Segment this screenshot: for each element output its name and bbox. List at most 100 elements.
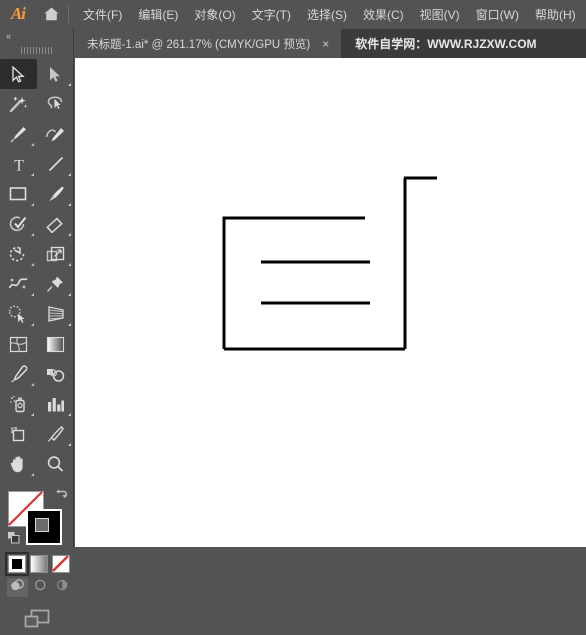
lasso-icon [46,95,66,113]
home-icon[interactable] [36,0,66,28]
fill-type-row [0,549,73,576]
toolbar-drag-handle[interactable] [0,44,73,56]
eraser-tool[interactable] [37,209,74,239]
flyout-indicator-icon [31,413,34,416]
menu-object[interactable]: 对象(O) [186,2,243,27]
paintbrush-tool[interactable] [37,179,74,209]
flyout-indicator-icon [31,473,34,476]
tools-panel: « T [0,28,74,627]
menu-item-list: 文件(F) 编辑(E) 对象(O) 文字(T) 选择(S) 效果(C) 视图(V… [75,2,584,27]
gradient-fill-button[interactable] [30,555,48,573]
toolbar-collapse-button[interactable]: « [0,28,73,44]
chevron-double-left-icon: « [6,31,11,41]
rectangle-tool[interactable] [0,179,37,209]
watermark-label: 软件自学网：WWW.RJZXW.COM [355,37,537,51]
draw-normal-icon [10,578,25,597]
pen-tool[interactable] [0,119,37,149]
menu-help[interactable]: 帮助(H) [527,2,584,27]
paintbrush-icon [46,185,65,203]
flyout-indicator-icon [31,233,34,236]
default-fill-stroke-icon[interactable] [7,531,20,549]
none-swatch-icon [53,556,69,572]
close-icon[interactable]: × [322,38,329,50]
scale-tool[interactable] [37,239,74,269]
selection-tool[interactable] [0,59,37,89]
free-transform-tool[interactable] [37,269,74,299]
flyout-indicator-icon [31,263,34,266]
draw-behind-icon [33,578,48,597]
fill-stroke-controls [0,487,74,549]
eyedropper-tool[interactable] [0,359,37,389]
illustrator-window: Ai 文件(F) 编辑(E) 对象(O) 文字(T) 选择(S) 效果(C) 视… [0,0,586,627]
blend-icon [45,366,66,383]
hand-icon [9,455,28,473]
artboard-tool[interactable] [0,419,37,449]
eraser-icon [46,215,65,233]
document-tab-label: 未标题-1.ai* @ 261.17% (CMYK/GPU 预览) [87,38,311,51]
width-warp-icon [8,275,29,293]
draw-normal-button[interactable] [7,578,28,597]
menu-file[interactable]: 文件(F) [75,2,130,27]
menu-type[interactable]: 文字(T) [244,2,299,27]
color-fill-button[interactable] [5,552,29,576]
magic-wand-tool[interactable] [0,89,37,119]
menu-bar: Ai 文件(F) 编辑(E) 对象(O) 文字(T) 选择(S) 效果(C) 视… [0,0,586,28]
blend-tool[interactable] [37,359,74,389]
lasso-tool[interactable] [37,89,74,119]
pen-icon [9,125,28,143]
rectangle-icon [9,186,28,202]
mesh-icon [9,336,28,353]
direct-selection-tool[interactable] [37,59,74,89]
stroke-swatch[interactable] [26,509,62,545]
menu-view[interactable]: 视图(V) [412,2,468,27]
menu-select[interactable]: 选择(S) [299,2,355,27]
magnifier-icon [46,455,65,473]
outer-box-left-top-path [222,216,365,349]
draw-inside-button[interactable] [52,578,73,597]
flyout-indicator-icon [31,173,34,176]
flyout-indicator-icon [68,173,71,176]
change-screen-mode-button[interactable] [0,607,73,635]
perspective-grid-tool[interactable] [37,299,74,329]
swap-fill-stroke-icon[interactable] [54,489,68,507]
curvature-tool[interactable] [37,119,74,149]
flyout-indicator-icon [31,293,34,296]
rotate-tool[interactable] [0,239,37,269]
menu-separator [68,5,69,23]
stroke-swatch-inner [35,518,49,532]
shape-builder-tool[interactable] [0,299,37,329]
hand-tool[interactable] [0,449,37,479]
gradient-tool[interactable] [37,329,74,359]
slice-knife-icon [46,425,65,443]
draw-mode-row [0,573,73,597]
pushpin-icon [46,275,65,293]
canvas-area[interactable] [75,58,586,547]
shape-builder-icon [8,305,29,323]
flyout-indicator-icon [31,323,34,326]
line-segment-tool[interactable] [37,149,74,179]
flyout-indicator-icon [31,383,34,386]
flyout-indicator-icon [68,203,71,206]
document-tab-bar: 未标题-1.ai* @ 261.17% (CMYK/GPU 预览) × 软件自学… [75,29,586,58]
tool-grid: T [0,59,73,479]
screen-mode-icon [22,608,52,635]
mesh-tool[interactable] [0,329,37,359]
document-tab[interactable]: 未标题-1.ai* @ 261.17% (CMYK/GPU 预览) × [75,29,342,58]
type-tool[interactable]: T [0,149,37,179]
menu-window[interactable]: 窗口(W) [468,2,527,27]
arrow-solid-icon [12,65,25,83]
shaper-tool[interactable] [0,209,37,239]
column-graph-tool[interactable] [37,389,74,419]
curvature-icon [45,125,66,143]
svg-text:T: T [14,157,24,173]
slice-tool[interactable] [37,419,74,449]
flyout-indicator-icon [31,203,34,206]
menu-effect[interactable]: 效果(C) [355,2,412,27]
none-fill-button[interactable] [52,555,70,573]
zoom-tool[interactable] [37,449,74,479]
app-logo-icon: Ai [10,4,26,23]
draw-behind-button[interactable] [30,578,51,597]
width-tool[interactable] [0,269,37,299]
menu-edit[interactable]: 编辑(E) [130,2,186,27]
symbol-sprayer-tool[interactable] [0,389,37,419]
